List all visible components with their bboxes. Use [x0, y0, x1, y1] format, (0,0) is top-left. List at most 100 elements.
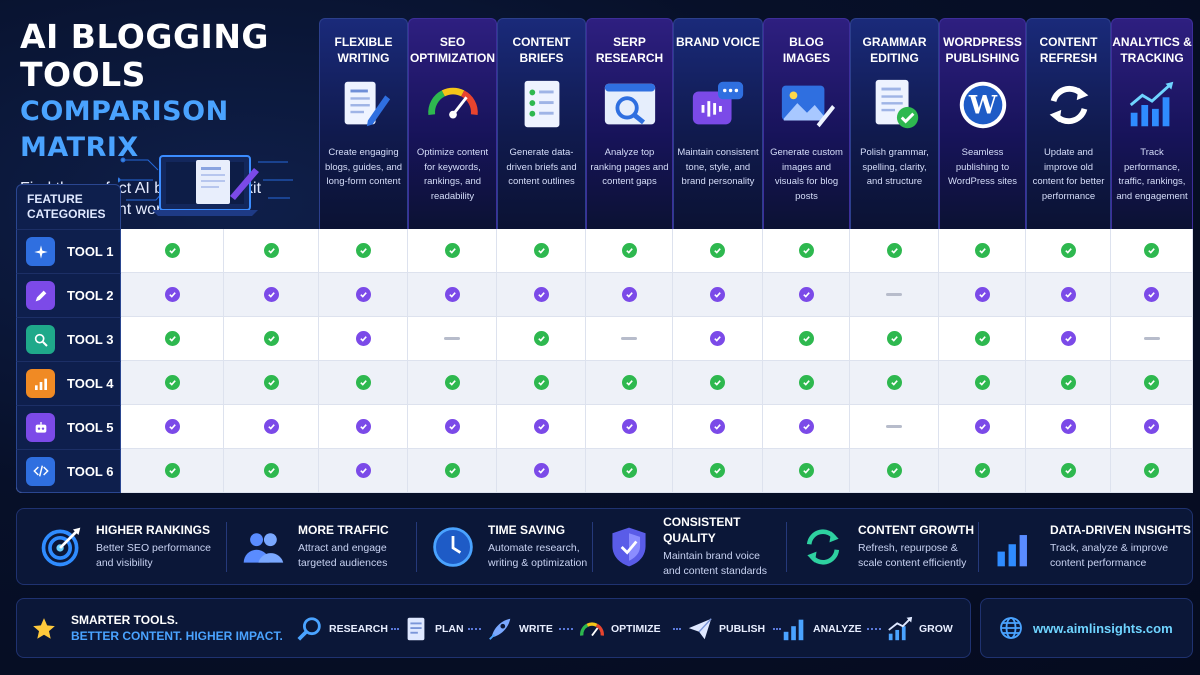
table-cell: [673, 229, 763, 273]
globe-icon: [1000, 617, 1022, 639]
workflow-step-label: WRITE: [519, 623, 553, 635]
column-title: SEO OPTIMIZATION: [409, 35, 496, 65]
flow-arrow-icon: [390, 628, 399, 630]
table-cell: [763, 273, 850, 317]
table-cell: [850, 405, 939, 449]
table-cell: [1026, 361, 1111, 405]
table-cell: [224, 449, 319, 493]
table-cell: [408, 405, 497, 449]
benefit-item: DATA-DRIVEN INSIGHTS Track, analyze & imp…: [990, 508, 1200, 585]
workflow-step: ANALYZE: [779, 613, 862, 645]
green-check-icon: [798, 331, 814, 346]
green-check-icon: [1144, 375, 1159, 390]
website-link[interactable]: www.aimlinsights.com: [980, 598, 1193, 658]
workflow-step-label: PUBLISH: [719, 623, 766, 635]
table-cell: [319, 405, 408, 449]
benefit-desc-line-1: Refresh, repurpose &: [858, 542, 958, 554]
table-cell: [673, 317, 763, 361]
page-title: AI BLOGGING TOOLS: [20, 17, 270, 94]
purple-check-icon: [621, 419, 637, 434]
slogan-line-2: BETTER CONTENT. HIGHER IMPACT.: [71, 629, 283, 643]
purple-check-icon: [1060, 419, 1076, 434]
browser-search-icon: [601, 74, 659, 136]
slogan: SMARTER TOOLS. BETTER CONTENT. HIGHER IM…: [31, 612, 283, 645]
green-check-icon: [710, 243, 725, 258]
benefit-desc-line-1: Attract and engage: [298, 542, 387, 554]
table-cell: [319, 273, 408, 317]
table-cell: [850, 317, 939, 361]
column-description: Analyze top ranking pages and content ga…: [590, 147, 669, 187]
gauge-icon: [424, 74, 482, 136]
column-title: WORDPRESS PUBLISHING: [943, 35, 1022, 65]
benefit-title: TIME SAVING: [488, 523, 566, 537]
green-check-icon: [164, 331, 180, 346]
table-cell: [121, 229, 224, 273]
benefit-item: MORE TRAFFIC Attract and engage targeted a…: [238, 508, 424, 585]
column-description: Generate custom images and visuals for b…: [770, 147, 843, 202]
table-cell: [763, 405, 850, 449]
image-brush-icon: [778, 74, 836, 136]
table-cell: [939, 361, 1026, 405]
green-check-icon: [886, 331, 902, 346]
purple-check-icon: [533, 463, 549, 478]
column-header-2: SEO OPTIMIZATION Optimize content for key…: [408, 18, 497, 230]
benefit-desc-line-2: and visibility: [96, 557, 153, 569]
benefit-desc-line-2: targeted audiences: [298, 557, 388, 569]
column-title: CONTENT REFRESH: [1039, 35, 1098, 65]
purple-check-icon: [355, 287, 371, 302]
column-header-4: SERP RESEARCH Analyze top ranking pages a…: [586, 18, 673, 230]
code-icon: [26, 456, 55, 486]
pen-icon: [26, 281, 55, 310]
workflow-step: RESEARCH: [295, 613, 388, 645]
green-check-icon: [444, 463, 460, 478]
divider: [592, 522, 593, 572]
green-check-icon: [974, 375, 990, 390]
green-check-icon: [533, 331, 549, 346]
tool-name: TOOL 1: [67, 244, 114, 259]
purple-check-icon: [164, 419, 180, 434]
purple-check-icon: [355, 463, 371, 478]
green-check-icon: [886, 243, 902, 258]
bars-icon: [990, 522, 1040, 572]
column-header-10: ANALYTICS & TRACKING Track performance, t…: [1111, 18, 1193, 230]
tool-row-header: TOOL 2: [16, 273, 121, 317]
purple-check-icon: [263, 287, 279, 302]
table-cell: [1026, 405, 1111, 449]
table-cell: [1026, 229, 1111, 273]
green-check-icon: [710, 375, 725, 390]
chart-icon: [779, 614, 809, 644]
website-url[interactable]: www.aimlinsights.com: [1033, 621, 1173, 636]
document-check-icon: [866, 74, 924, 136]
divider: [416, 522, 417, 572]
slogan-line-1: SMARTER TOOLS.: [71, 613, 179, 627]
table-cell: [1111, 449, 1193, 493]
table-cell: [939, 449, 1026, 493]
flow-arrow-icon: [867, 628, 881, 630]
table-cell: [1026, 273, 1111, 317]
green-check-icon: [164, 375, 180, 390]
purple-check-icon: [533, 419, 549, 434]
tool-name: TOOL 6: [67, 463, 114, 479]
purple-check-icon: [974, 287, 990, 302]
table-cell: [586, 449, 673, 493]
table-cell: [1026, 317, 1111, 361]
table-cell: [1026, 449, 1111, 493]
table-cell: [224, 273, 319, 317]
checklist-icon: [513, 74, 571, 136]
flow-arrow-icon: [559, 628, 573, 630]
table-cell: [408, 317, 497, 361]
column-description: Polish grammar, spelling, clarity, and s…: [860, 147, 929, 187]
workflow-step: OPTIMIZE: [577, 613, 661, 645]
table-cell: [673, 405, 763, 449]
benefit-desc-line-1: Track, analyze & improve: [1050, 542, 1169, 554]
svg-text:W: W: [967, 90, 997, 120]
table-cell: [319, 229, 408, 273]
table-cell: [1111, 361, 1193, 405]
column-header-3: CONTENT BRIEFS Generate data-driven brief…: [497, 18, 586, 230]
purple-check-icon: [1144, 287, 1159, 302]
column-description: Maintain consistent tone, style, and bra…: [677, 147, 759, 187]
column-description: Update and improve old content for bette…: [1032, 147, 1105, 202]
green-check-icon: [621, 463, 637, 478]
column-description: Optimize content for keywords, rankings,…: [416, 147, 489, 202]
benefit-desc-line-1: Maintain brand voice: [663, 550, 760, 562]
